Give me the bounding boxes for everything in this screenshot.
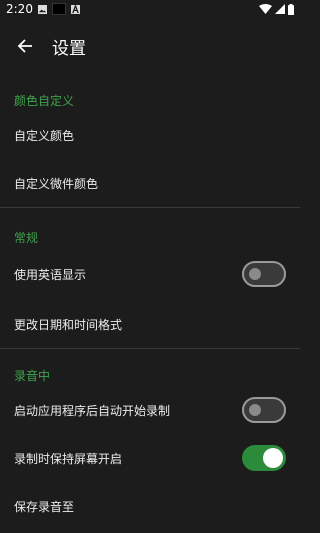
gallery-notification-icon bbox=[37, 4, 47, 14]
arrow-back-icon bbox=[17, 39, 32, 53]
auto-start-item[interactable]: 启动应用程序后自动开始录制 bbox=[0, 386, 300, 434]
auto-start-switch[interactable] bbox=[242, 397, 286, 423]
black-square-notification-icon bbox=[51, 3, 66, 15]
save-to-label: 保存录音至 bbox=[14, 499, 75, 514]
a-notification-icon bbox=[70, 4, 80, 14]
custom-widget-color-item[interactable]: 自定义微件颜色 bbox=[0, 159, 300, 207]
wifi-icon bbox=[259, 4, 272, 14]
change-date-format-label: 更改日期和时间格式 bbox=[14, 317, 123, 332]
section-header-general: 常规 bbox=[14, 231, 39, 245]
use-english-switch[interactable] bbox=[242, 261, 286, 287]
custom-widget-color-label: 自定义微件颜色 bbox=[14, 176, 99, 191]
section-header-recording: 录音中 bbox=[14, 369, 51, 383]
signal-icon bbox=[275, 4, 285, 14]
auto-start-label: 启动应用程序后自动开始录制 bbox=[14, 403, 171, 418]
status-bar: 2:20 bbox=[0, 0, 300, 18]
status-time: 2:20 bbox=[6, 2, 33, 16]
custom-color-item[interactable]: 自定义颜色 bbox=[0, 111, 300, 159]
switch-knob bbox=[249, 404, 261, 416]
switch-knob bbox=[263, 448, 283, 468]
keep-screen-on-item[interactable]: 录制时保持屏幕开启 bbox=[0, 434, 300, 482]
keep-screen-on-label: 录制时保持屏幕开启 bbox=[14, 451, 123, 466]
battery-icon bbox=[288, 3, 294, 15]
use-english-item[interactable]: 使用英语显示 bbox=[0, 248, 300, 300]
change-date-format-item[interactable]: 更改日期和时间格式 bbox=[0, 300, 300, 348]
back-button[interactable] bbox=[14, 35, 36, 57]
use-english-label: 使用英语显示 bbox=[14, 267, 87, 282]
section-header-color: 颜色自定义 bbox=[14, 94, 75, 108]
save-to-item[interactable]: 保存录音至 bbox=[0, 482, 300, 530]
custom-color-label: 自定义颜色 bbox=[14, 128, 75, 143]
keep-screen-on-switch[interactable] bbox=[242, 445, 286, 471]
switch-knob bbox=[249, 268, 261, 280]
toolbar: 设置 bbox=[0, 18, 300, 74]
page-title: 设置 bbox=[52, 38, 86, 59]
